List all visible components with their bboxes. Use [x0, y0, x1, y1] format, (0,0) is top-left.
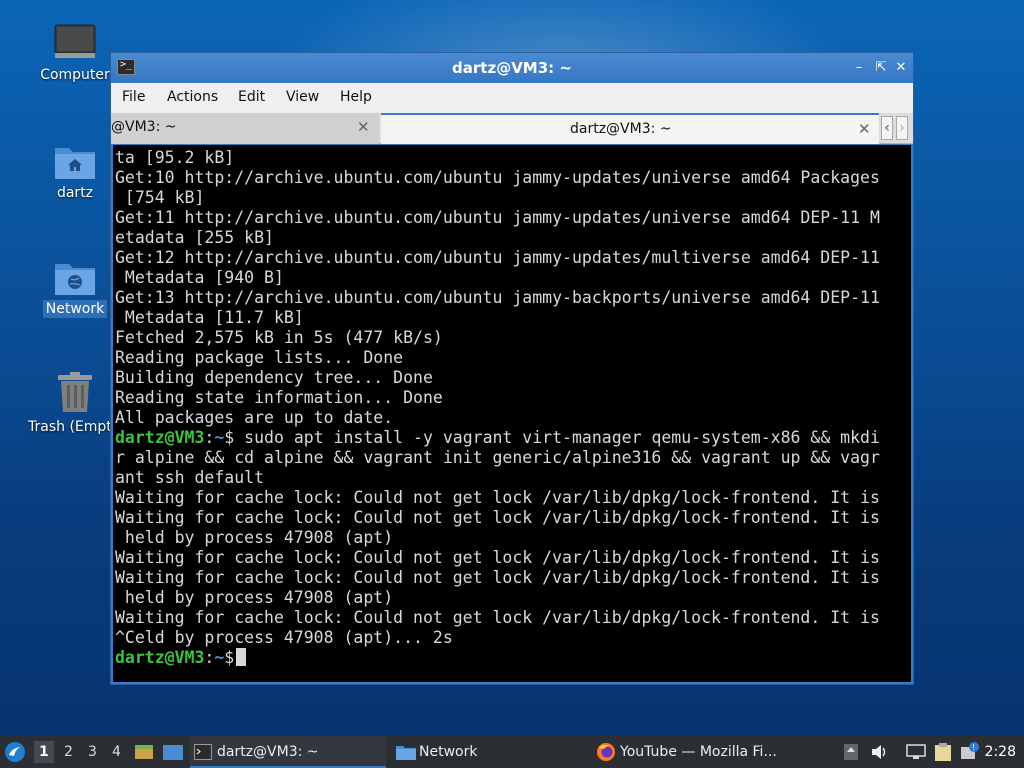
- prompt-user: dartz@VM3: [115, 648, 205, 667]
- svg-text:!: !: [972, 743, 975, 752]
- prompt-sep: :: [204, 648, 215, 667]
- terminal-line: held by process 47908 (apt): [115, 528, 394, 547]
- taskbar-task-network[interactable]: Network: [392, 736, 582, 768]
- desktop-icon-label: dartz: [56, 185, 94, 201]
- terminal-line: Waiting for cache lock: Could not get lo…: [115, 568, 880, 587]
- home-folder-icon: [54, 142, 96, 180]
- menu-help[interactable]: Help: [340, 89, 372, 105]
- terminal-window: >_ dartz@VM3: ~ – ⇱ ✕ File Actions Edit …: [110, 52, 914, 685]
- file-manager-launcher-icon[interactable]: [162, 736, 184, 768]
- terminal-line: Get:11 http://archive.ubuntu.com/ubuntu …: [115, 208, 880, 227]
- close-button[interactable]: ✕: [893, 60, 909, 76]
- task-label: dartz@VM3: ~: [217, 744, 319, 760]
- notifications-icon[interactable]: !: [960, 736, 982, 768]
- terminal-line: Metadata [11.7 kB]: [115, 308, 304, 327]
- menu-edit[interactable]: Edit: [238, 89, 265, 105]
- minimize-button[interactable]: –: [851, 60, 867, 76]
- trash-icon: [56, 372, 94, 414]
- taskbar-task-firefox[interactable]: YouTube — Mozilla Fi...: [592, 736, 788, 768]
- terminal-line: Get:10 http://archive.ubuntu.com/ubuntu …: [115, 168, 880, 187]
- task-label: YouTube — Mozilla Fi...: [620, 744, 777, 760]
- terminal-line: Reading state information... Done: [115, 388, 443, 407]
- terminal-line: Metadata [940 B]: [115, 268, 284, 287]
- workspace-3[interactable]: 3: [88, 744, 97, 760]
- prompt-sep: :: [204, 428, 215, 447]
- terminal-output[interactable]: ta [95.2 kB] Get:10 http://archive.ubunt…: [113, 145, 911, 682]
- workspace-4[interactable]: 4: [112, 744, 121, 760]
- workspace-1[interactable]: 1: [34, 741, 54, 763]
- terminal-line: Waiting for cache lock: Could not get lo…: [115, 608, 880, 627]
- volume-icon[interactable]: [871, 736, 889, 768]
- tab-1[interactable]: @VM3: ~ ✕: [111, 113, 379, 144]
- tab-scroll-left-icon[interactable]: ‹: [881, 116, 893, 140]
- tab-label: dartz@VM3: ~: [570, 121, 672, 137]
- terminal-line: Building dependency tree... Done: [115, 368, 433, 387]
- taskbar-task-terminal[interactable]: dartz@VM3: ~: [190, 736, 386, 768]
- menu-file[interactable]: File: [122, 89, 145, 105]
- clipboard-icon[interactable]: [934, 736, 956, 768]
- terminal-line: All packages are up to date.: [115, 408, 394, 427]
- window-titlebar[interactable]: >_ dartz@VM3: ~ – ⇱ ✕: [111, 53, 913, 83]
- prompt-path: ~: [214, 648, 225, 667]
- lubuntu-logo-icon: [5, 742, 25, 762]
- tab-scroll-right-icon[interactable]: ›: [896, 116, 908, 140]
- terminal-line: [754 kB]: [115, 188, 205, 207]
- prompt-symbol: $: [224, 428, 235, 447]
- menu-view[interactable]: View: [286, 89, 319, 105]
- tab-bar: @VM3: ~ ✕ dartz@VM3: ~ ✕ ‹ ›: [111, 113, 913, 144]
- terminal-command-line: dartz@VM3:~$ sudo apt install -y vagrant…: [115, 428, 911, 448]
- terminal-line: Waiting for cache lock: Could not get lo…: [115, 548, 880, 567]
- tab-close-icon[interactable]: ✕: [858, 120, 871, 138]
- terminal-line: ant ssh default: [115, 468, 265, 487]
- network-folder-icon: [54, 258, 96, 296]
- terminal-line: held by process 47908 (apt): [115, 588, 394, 607]
- terminal-prompt-line: dartz@VM3:~$: [115, 648, 911, 668]
- text-cursor: [236, 648, 247, 666]
- terminal-line: Waiting for cache lock: Could not get lo…: [115, 508, 880, 527]
- terminal-line: etadata [255 kB]: [115, 228, 274, 247]
- maximize-button[interactable]: ⇱: [873, 60, 889, 76]
- prompt-user: dartz@VM3: [115, 428, 205, 447]
- terminal-icon: [194, 744, 212, 760]
- prompt-path: ~: [214, 428, 225, 447]
- tab-label: @VM3: ~: [111, 119, 177, 135]
- network-status-icon[interactable]: [906, 736, 928, 768]
- terminal-line: Reading package lists... Done: [115, 348, 404, 367]
- terminal-line: Fetched 2,575 kB in 5s (477 kB/s): [115, 328, 443, 347]
- folder-icon: [396, 746, 416, 760]
- taskbar: 1 2 3 4 dartz@VM3: ~ Network YouTube — M…: [0, 736, 1024, 768]
- computer-icon: [54, 24, 96, 62]
- terminal-line: Waiting for cache lock: Could not get lo…: [115, 488, 880, 507]
- menu-actions[interactable]: Actions: [167, 89, 218, 105]
- tab-close-icon[interactable]: ✕: [357, 118, 370, 136]
- task-label: Network: [419, 744, 478, 760]
- firefox-icon: [597, 743, 615, 761]
- menubar: File Actions Edit View Help: [111, 83, 913, 113]
- command-text: sudo apt install -y vagrant virt-manager…: [234, 428, 880, 447]
- prompt-symbol: $: [224, 648, 235, 667]
- terminal-line: Get:12 http://archive.ubuntu.com/ubuntu …: [115, 248, 880, 267]
- window-title: dartz@VM3: ~: [452, 59, 572, 77]
- desktop-icon-label: Network: [42, 300, 108, 318]
- terminal-line: r alpine && cd alpine && vagrant init ge…: [115, 448, 880, 467]
- workspace-2[interactable]: 2: [64, 744, 73, 760]
- desktop-icon-label: Computer: [40, 67, 110, 83]
- start-menu-button[interactable]: [4, 736, 28, 768]
- terminal-line: ^Celd by process 47908 (apt)... 2s: [115, 628, 453, 647]
- tab-2[interactable]: dartz@VM3: ~ ✕: [381, 113, 879, 144]
- tray-updates-icon[interactable]: [843, 736, 861, 768]
- terminal-line: ta [95.2 kB]: [115, 148, 235, 167]
- terminal-line: Get:13 http://archive.ubuntu.com/ubuntu …: [115, 288, 880, 307]
- show-desktop-icon[interactable]: [134, 736, 154, 768]
- clock[interactable]: 2:28: [985, 744, 1016, 760]
